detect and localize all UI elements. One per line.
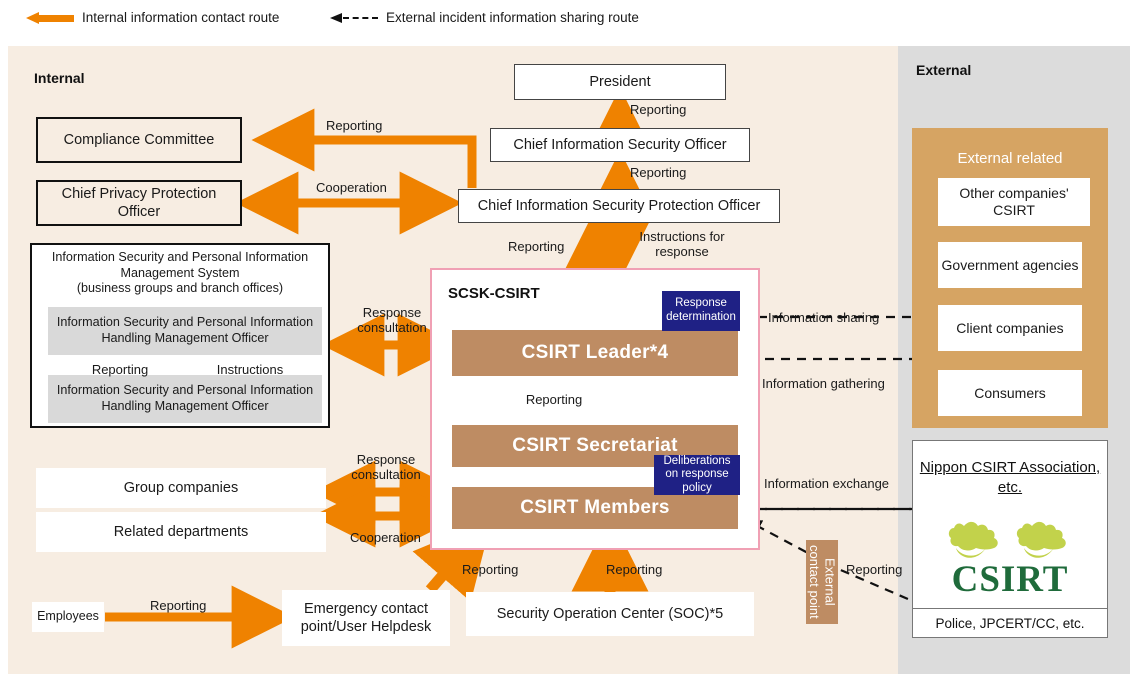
ext-item-client-companies: Client companies (938, 305, 1082, 351)
box-external-contact-point: External contact point (806, 540, 838, 624)
panel-label-external: External (916, 62, 972, 78)
label-reporting-helpdesk: Reporting (462, 562, 519, 577)
label-reporting-secretariat-leader: Reporting (525, 392, 583, 407)
label-information-exchange: Information exchange (764, 476, 890, 491)
label-reporting-soc: Reporting (606, 562, 663, 577)
nippon-csirt-title: Nippon CSIRT Association, etc. (919, 459, 1101, 496)
isms-title-line2: Management System (120, 265, 240, 280)
legend-item-external-route: External incident information sharing ro… (330, 10, 639, 25)
box-compliance-committee: Compliance Committee (36, 117, 242, 163)
label-response-consultation-group: Response consultation (351, 452, 421, 483)
box-ciso: Chief Information Security Officer (490, 128, 750, 162)
badge-deliberations-response-policy: Deliberations on response policy (654, 455, 740, 495)
label-information-gathering: Information gathering (762, 376, 885, 391)
isms-officer-lower: Information Security and Personal Inform… (48, 375, 322, 423)
label-reporting-cispo: Reporting (508, 239, 565, 254)
external-related-title: External related (957, 150, 1063, 167)
label-cooperation-related: Cooperation (350, 530, 421, 545)
diagram-root: Internal information contact route Exter… (0, 0, 1130, 680)
box-chief-privacy-officer: Chief Privacy Protection Officer (36, 180, 242, 226)
orange-arrow-icon (26, 11, 74, 24)
label-reporting-employees: Reporting (150, 598, 207, 613)
shisa-lion-icon (948, 521, 998, 558)
csirt-logo-graphic: CSIRT (948, 521, 1069, 600)
isms-title-line3: (business groups and branch offices) (76, 281, 284, 296)
ext-item-other-csirt: Other companies' CSIRT (938, 178, 1090, 226)
csirt-logo: CSIRT (912, 512, 1108, 600)
label-information-sharing: Information sharing (768, 310, 880, 325)
isms-officer-upper: Information Security and Personal Inform… (48, 307, 322, 355)
shisa-lion-icon-2 (1016, 521, 1066, 558)
box-employees: Employees (32, 602, 104, 632)
legend: Internal information contact route Exter… (0, 0, 1130, 40)
box-emergency-contact: Emergency contact point/User Helpdesk (282, 590, 450, 646)
band-csirt-leader: CSIRT Leader*4 (452, 330, 738, 376)
legend-item-internal-route: Internal information contact route (26, 10, 279, 25)
csirt-group-title: SCSK-CSIRT (448, 285, 540, 302)
label-reporting-compliance: Reporting (326, 118, 383, 133)
external-contact-point-label: External contact point (807, 545, 838, 619)
panel-label-internal: Internal (34, 70, 85, 86)
label-reporting-ciso: Reporting (630, 165, 687, 180)
label-reporting-police: Reporting (846, 562, 903, 577)
dashed-arrow-icon (330, 12, 378, 24)
box-soc: Security Operation Center (SOC)*5 (466, 592, 754, 636)
ext-item-government: Government agencies (938, 242, 1082, 288)
legend-label-internal: Internal information contact route (82, 10, 280, 25)
box-police-jpcert: Police, JPCERT/CC, etc. (912, 608, 1108, 638)
box-cispo: Chief Information Security Protection Of… (458, 189, 780, 223)
isms-label-instructions: Instructions (216, 362, 284, 377)
isms-title-line1: Information Security and Personal Inform… (51, 250, 309, 264)
box-president: President (514, 64, 726, 100)
csirt-logo-wordmark: CSIRT (952, 559, 1069, 598)
label-reporting-president: Reporting (630, 102, 687, 117)
isms-label-reporting: Reporting (91, 362, 149, 377)
label-instructions-for-response: Instructions for response (639, 229, 725, 260)
box-group-companies: Group companies (36, 468, 326, 508)
label-response-consultation-isms: Response consultation (357, 305, 427, 336)
badge-response-determination: Response determination (662, 291, 740, 331)
ext-item-consumers: Consumers (938, 370, 1082, 416)
label-cooperation-privacy: Cooperation (316, 180, 387, 195)
legend-label-external: External incident information sharing ro… (386, 10, 639, 25)
box-related-departments: Related departments (36, 512, 326, 552)
isms-title: Information Security and Personal Inform… (36, 250, 324, 297)
